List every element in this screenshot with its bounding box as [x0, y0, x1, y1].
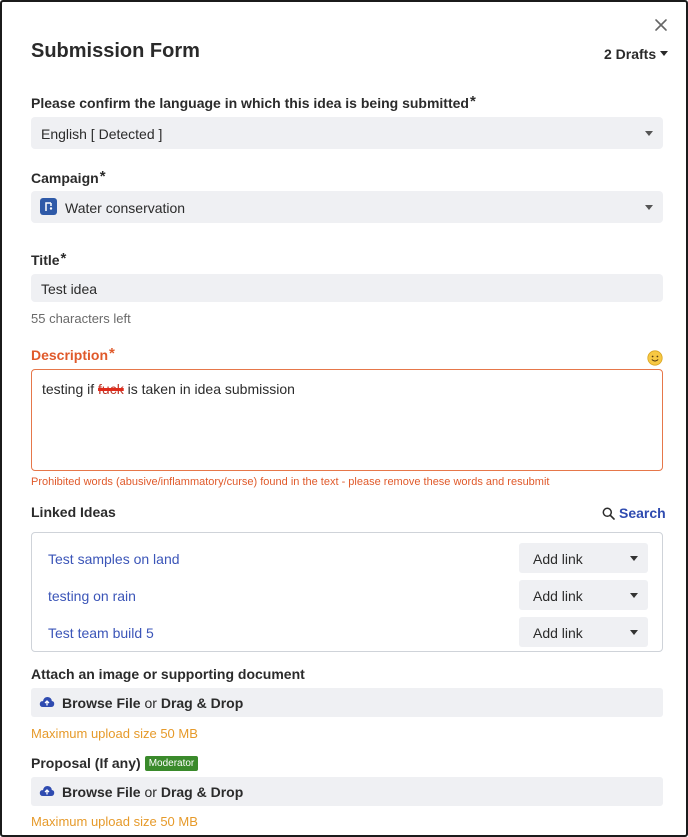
linked-ideas-list: Test samples on land Add link testing on…	[31, 532, 663, 652]
search-label: Search	[619, 505, 666, 521]
title-label: Title*	[31, 250, 67, 268]
characters-left-hint: 55 characters left	[31, 311, 131, 326]
linked-idea-link[interactable]: testing on rain	[48, 588, 136, 604]
description-text: testing if	[42, 381, 99, 397]
search-icon	[602, 507, 615, 520]
description-text: is taken in idea submission	[123, 381, 295, 397]
submission-form-dialog: Submission Form 2 Drafts Please confirm …	[0, 0, 688, 837]
attachment-upload[interactable]: Browse File or Drag & Drop	[31, 688, 663, 717]
list-item: Test team build 5 Add link	[48, 617, 648, 647]
add-link-select[interactable]: Add link	[519, 543, 648, 573]
campaign-select[interactable]: Water conservation	[31, 191, 663, 223]
max-upload-size: Maximum upload size 50 MB	[31, 726, 198, 741]
dropdown-arrow-icon	[645, 131, 653, 136]
browse-file-link[interactable]: Browse File	[62, 695, 141, 711]
description-textarea[interactable]: testing if fuck is taken in idea submiss…	[31, 369, 663, 471]
campaign-label: Campaign*	[31, 168, 106, 186]
cloud-upload-icon	[39, 697, 55, 707]
max-upload-size: Maximum upload size 50 MB	[31, 814, 198, 829]
drafts-label: 2 Drafts	[604, 46, 657, 62]
attachment-label: Attach an image or supporting document	[31, 666, 305, 682]
flagged-word: fuck	[98, 381, 124, 397]
proposal-upload[interactable]: Browse File or Drag & Drop	[31, 777, 663, 806]
moderator-badge: Moderator	[144, 756, 199, 771]
linked-idea-link[interactable]: Test team build 5	[48, 625, 154, 641]
campaign-icon	[40, 198, 57, 215]
required-mark: *	[109, 345, 115, 362]
prohibited-words-error: Prohibited words (abusive/inflammatory/c…	[31, 476, 550, 488]
emoji-icon[interactable]	[647, 350, 663, 366]
proposal-label: Proposal (If any) Moderator	[31, 755, 199, 771]
required-mark: *	[60, 250, 67, 267]
add-link-label: Add link	[533, 625, 583, 641]
list-item: testing on rain Add link	[48, 580, 648, 610]
dropdown-arrow-icon	[645, 205, 653, 210]
campaign-value: Water conservation	[65, 200, 186, 216]
drag-drop-text: Drag & Drop	[160, 695, 244, 711]
search-button[interactable]: Search	[602, 505, 666, 521]
list-item: Test samples on land Add link	[48, 543, 648, 573]
dropdown-arrow-icon	[630, 593, 638, 598]
close-icon[interactable]	[652, 16, 670, 34]
add-link-label: Add link	[533, 551, 583, 567]
or-text: or	[144, 784, 157, 800]
add-link-label: Add link	[533, 588, 583, 604]
linked-idea-link[interactable]: Test samples on land	[48, 551, 180, 567]
language-value: English [ Detected ]	[41, 126, 163, 142]
drag-drop-text: Drag & Drop	[160, 784, 244, 800]
linked-ideas-label: Linked Ideas	[31, 504, 116, 520]
description-label: Description*	[31, 345, 115, 363]
add-link-select[interactable]: Add link	[519, 580, 648, 610]
required-mark: *	[99, 168, 106, 185]
add-link-select[interactable]: Add link	[519, 617, 648, 647]
dropdown-arrow-icon	[630, 630, 638, 635]
cloud-upload-icon	[39, 786, 55, 796]
language-select[interactable]: English [ Detected ]	[31, 117, 663, 149]
required-mark: *	[469, 93, 476, 110]
caret-down-icon	[660, 51, 669, 56]
dropdown-arrow-icon	[630, 556, 638, 561]
title-value: Test idea	[41, 281, 98, 297]
or-text: or	[144, 695, 157, 711]
page-title: Submission Form	[31, 40, 200, 62]
browse-file-link[interactable]: Browse File	[62, 784, 141, 800]
language-label: Please confirm the language in which thi…	[31, 93, 476, 111]
title-input[interactable]: Test idea	[31, 274, 663, 302]
drafts-dropdown[interactable]: 2 Drafts	[604, 46, 669, 62]
